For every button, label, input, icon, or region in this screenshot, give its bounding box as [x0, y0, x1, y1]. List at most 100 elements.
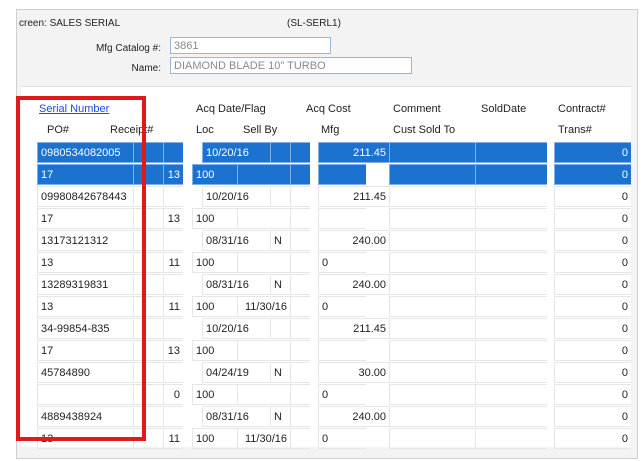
cell-receipt[interactable]: 11	[163, 296, 183, 317]
cell-date[interactable]: 08/31/16	[202, 230, 270, 251]
cell-empty[interactable]	[133, 142, 163, 163]
grid-row-detail[interactable]: 13 11 100 0 0	[21, 252, 631, 274]
cell-date[interactable]: 10/20/16	[202, 142, 270, 163]
cell-contract[interactable]: 0	[554, 406, 631, 427]
cell-date[interactable]: 08/31/16	[202, 406, 270, 427]
cell-empty[interactable]	[290, 186, 310, 207]
grid-row[interactable]: 45784890 04/24/19 N 30.00 0	[21, 362, 631, 384]
cell-empty[interactable]	[290, 340, 310, 361]
cell-loc[interactable]: 100	[192, 340, 237, 361]
cell-date[interactable]: 10/20/16	[202, 318, 270, 339]
cell-empty[interactable]	[389, 142, 475, 163]
cell-empty[interactable]	[389, 164, 475, 185]
cell-contract[interactable]: 0	[554, 318, 631, 339]
cell-po[interactable]	[37, 384, 133, 405]
cell-empty[interactable]	[475, 428, 547, 449]
cell-empty[interactable]	[475, 274, 547, 295]
cell-cost[interactable]: 30.00	[318, 362, 389, 383]
cell-sellby[interactable]	[237, 340, 290, 361]
cell-empty[interactable]	[389, 296, 475, 317]
cell-serial[interactable]: 13173121312	[37, 230, 133, 251]
cell-po[interactable]: 13	[37, 296, 133, 317]
cell-serial[interactable]: 4889438924	[37, 406, 133, 427]
cell-cost[interactable]: 211.45	[318, 318, 389, 339]
cell-empty[interactable]	[133, 384, 163, 405]
cell-empty[interactable]	[475, 208, 547, 229]
header-receipt[interactable]: Receipt#	[110, 124, 153, 136]
header-trans[interactable]: Trans#	[558, 124, 592, 136]
cell-receipt[interactable]: 13	[163, 208, 183, 229]
cell-cost[interactable]: 240.00	[318, 274, 389, 295]
cell-trans[interactable]: 0	[554, 252, 631, 273]
grid-row-detail[interactable]: 17 13 100 0	[21, 164, 631, 186]
cell-empty[interactable]	[290, 384, 310, 405]
cell-sellby[interactable]: 11/30/16	[237, 296, 290, 317]
cell-flag[interactable]	[270, 142, 290, 163]
cell-empty[interactable]	[475, 384, 547, 405]
cell-empty[interactable]	[133, 340, 163, 361]
cell-empty[interactable]	[163, 318, 183, 339]
cell-loc[interactable]: 100	[192, 384, 237, 405]
cell-empty[interactable]	[389, 186, 475, 207]
cell-empty[interactable]	[163, 274, 183, 295]
cell-empty[interactable]	[475, 186, 547, 207]
cell-empty[interactable]	[290, 296, 310, 317]
grid-row[interactable]: 34-99854-835 10/20/16 211.45 0	[21, 318, 631, 340]
cell-empty[interactable]	[389, 340, 475, 361]
cell-mfg[interactable]: 0	[318, 384, 366, 405]
cell-contract[interactable]: 0	[554, 362, 631, 383]
grid-row-detail[interactable]: 0 100 0 0	[21, 384, 631, 406]
cell-trans[interactable]: 0	[554, 296, 631, 317]
cell-empty[interactable]	[290, 406, 310, 427]
cell-receipt[interactable]: 13	[163, 340, 183, 361]
cell-empty[interactable]	[290, 252, 310, 273]
cell-mfg[interactable]	[318, 164, 366, 185]
cell-cost[interactable]: 211.45	[318, 142, 389, 163]
cell-empty[interactable]	[290, 208, 310, 229]
cell-flag[interactable]	[270, 318, 290, 339]
cell-flag[interactable]: N	[270, 362, 290, 383]
cell-mfg[interactable]	[318, 208, 366, 229]
header-sell-by[interactable]: Sell By	[243, 124, 277, 136]
cell-empty[interactable]	[163, 406, 183, 427]
cell-empty[interactable]	[133, 362, 163, 383]
grid-row[interactable]: 09980842678443 10/20/16 211.45 0	[21, 186, 631, 208]
cell-date[interactable]: 10/20/16	[202, 186, 270, 207]
header-comment[interactable]: Comment	[393, 103, 441, 115]
cell-empty[interactable]	[389, 318, 475, 339]
cell-sellby[interactable]	[237, 252, 290, 273]
cell-cost[interactable]: 211.45	[318, 186, 389, 207]
cell-empty[interactable]	[133, 186, 163, 207]
grid-row-detail[interactable]: 17 13 100 0	[21, 340, 631, 362]
cell-loc[interactable]: 100	[192, 164, 237, 185]
cell-empty[interactable]	[133, 164, 163, 185]
cell-empty[interactable]	[389, 230, 475, 251]
cell-empty[interactable]	[389, 428, 475, 449]
cell-empty[interactable]	[475, 406, 547, 427]
cell-po[interactable]: 13	[37, 252, 133, 273]
cell-receipt[interactable]: 13	[163, 164, 183, 185]
header-cust-sold-to[interactable]: Cust Sold To	[393, 124, 455, 136]
cell-empty[interactable]	[133, 274, 163, 295]
cell-contract[interactable]: 0	[554, 274, 631, 295]
cell-empty[interactable]	[133, 296, 163, 317]
cell-flag[interactable]	[270, 186, 290, 207]
cell-empty[interactable]	[133, 318, 163, 339]
cell-contract[interactable]: 0	[554, 230, 631, 251]
cell-trans[interactable]: 0	[554, 384, 631, 405]
cell-po[interactable]: 17	[37, 164, 133, 185]
cell-serial[interactable]: 34-99854-835	[37, 318, 133, 339]
cell-po[interactable]: 17	[37, 340, 133, 361]
cell-sellby[interactable]: 11/30/16	[237, 428, 290, 449]
cell-empty[interactable]	[475, 142, 547, 163]
header-loc[interactable]: Loc	[196, 124, 214, 136]
cell-empty[interactable]	[475, 318, 547, 339]
cell-empty[interactable]	[475, 340, 547, 361]
cell-empty[interactable]	[290, 274, 310, 295]
header-acq-date-flag[interactable]: Acq Date/Flag	[196, 103, 266, 115]
cell-empty[interactable]	[133, 406, 163, 427]
cell-flag[interactable]: N	[270, 230, 290, 251]
cell-cost[interactable]: 240.00	[318, 406, 389, 427]
cell-empty[interactable]	[475, 252, 547, 273]
cell-empty[interactable]	[389, 384, 475, 405]
